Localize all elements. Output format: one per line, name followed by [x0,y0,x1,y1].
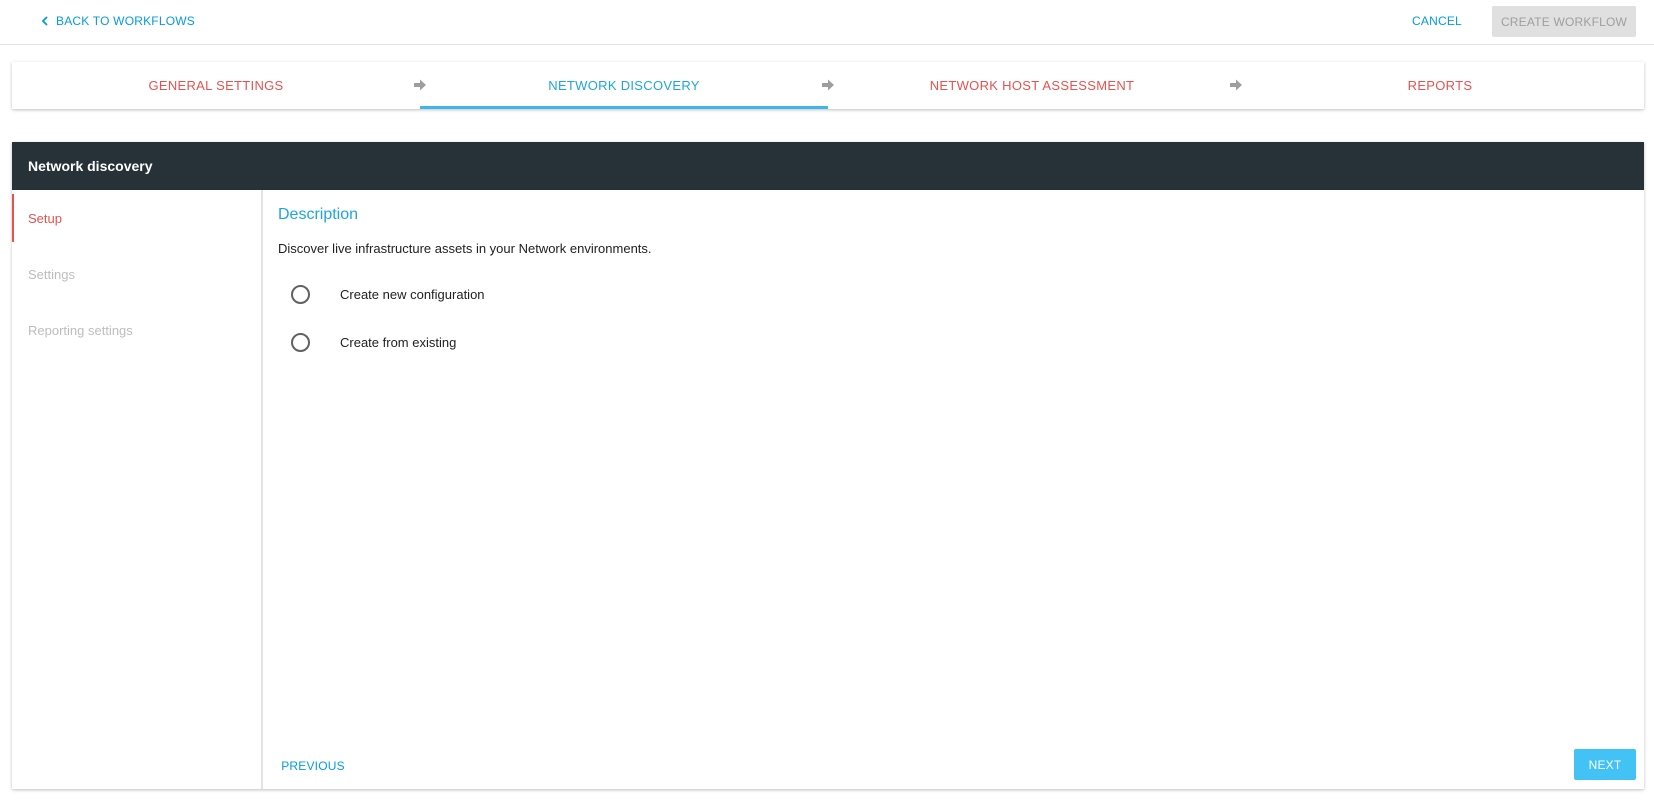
option-create-from-existing[interactable]: Create from existing [291,331,456,353]
description-title: Description [278,206,359,223]
step-reports[interactable]: REPORTS [1236,62,1644,109]
description-text: Discover live infrastructure assets in y… [278,241,652,256]
panel-sidebar: Setup Settings Reporting settings [12,190,263,789]
workflow-stepper: GENERAL SETTINGS NETWORK DISCOVERY NETWO… [12,62,1644,109]
arrow-right-icon [1229,78,1243,92]
back-to-workflows-link[interactable]: BACK TO WORKFLOWS [40,12,195,30]
chevron-left-icon [40,16,50,26]
option-label: Create new configuration [340,286,485,302]
sidebar-item-settings[interactable]: Settings [12,246,261,302]
sidebar-item-reporting-settings[interactable]: Reporting settings [12,302,261,358]
arrow-right-icon [413,78,427,92]
sidebar-item-setup[interactable]: Setup [12,190,261,246]
panel-title: Network discovery [12,142,1644,190]
option-create-new-configuration[interactable]: Create new configuration [291,283,485,305]
arrow-right-icon [821,78,835,92]
cancel-button[interactable]: CANCEL [1404,6,1470,36]
radio-button[interactable] [291,332,310,352]
back-to-workflows-label: BACK TO WORKFLOWS [56,14,195,28]
top-bar: BACK TO WORKFLOWS CANCEL CREATE WORKFLOW [0,0,1654,45]
step-general-settings[interactable]: GENERAL SETTINGS [12,62,420,109]
create-workflow-button[interactable]: CREATE WORKFLOW [1492,6,1636,37]
option-label: Create from existing [340,334,457,350]
radio-button[interactable] [291,284,310,304]
previous-button[interactable]: PREVIOUS [278,751,348,781]
step-network-discovery[interactable]: NETWORK DISCOVERY [420,62,828,109]
network-discovery-panel: Network discovery Setup Settings Reporti… [12,142,1644,789]
panel-content: Description Discover live infrastructure… [265,190,1644,789]
next-button[interactable]: NEXT [1574,749,1636,780]
step-network-host-assessment[interactable]: NETWORK HOST ASSESSMENT [828,62,1236,109]
